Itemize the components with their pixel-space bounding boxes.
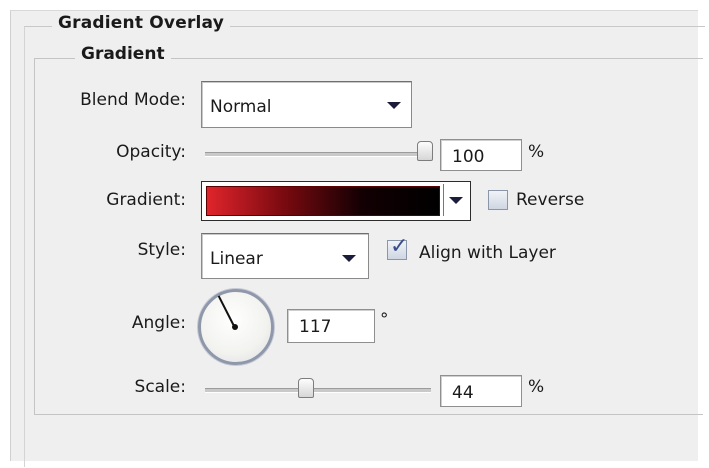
checkmark-icon: ✓ (390, 234, 409, 259)
reverse-checkbox[interactable] (488, 190, 508, 210)
scale-unit: % (528, 377, 545, 397)
align-with-layer-checkbox[interactable]: ✓ (387, 234, 408, 260)
angle-dial-center (232, 324, 238, 330)
style-label: Style: (137, 240, 186, 260)
scale-input[interactable]: 44 (440, 375, 522, 407)
scale-slider-track[interactable] (205, 388, 431, 393)
scale-slider-thumb[interactable] (298, 378, 315, 398)
opacity-unit: % (528, 142, 545, 162)
section-subtitle: Gradient (75, 44, 171, 64)
style-select[interactable]: Linear (201, 233, 369, 279)
gradient-swatch[interactable] (206, 186, 440, 216)
chevron-down-icon (342, 255, 356, 262)
gradient-label: Gradient: (106, 190, 186, 210)
blend-mode-label: Blend Mode: (80, 90, 186, 110)
section-title: Gradient Overlay (52, 13, 230, 33)
angle-input[interactable]: 117 (287, 309, 375, 343)
opacity-input[interactable]: 100 (440, 139, 522, 171)
angle-dial-icon[interactable] (198, 289, 274, 365)
angle-label: Angle: (131, 313, 186, 333)
scale-label: Scale: (134, 377, 186, 397)
style-value: Linear (210, 249, 263, 269)
chevron-down-icon (387, 102, 401, 109)
gradient-dropdown-button[interactable] (443, 184, 468, 216)
opacity-slider-track[interactable] (205, 152, 431, 157)
angle-unit: ° (380, 310, 389, 330)
align-with-layer-label: Align with Layer (419, 243, 556, 263)
angle-value: 117 (299, 317, 332, 337)
scale-value: 44 (452, 383, 474, 403)
chevron-down-icon (449, 197, 463, 204)
opacity-label: Opacity: (116, 142, 186, 162)
gradient-picker[interactable] (201, 181, 471, 221)
blend-mode-select[interactable]: Normal (201, 81, 412, 128)
opacity-slider-thumb[interactable] (417, 141, 433, 161)
reverse-label: Reverse (516, 190, 585, 210)
blend-mode-value: Normal (210, 97, 272, 117)
opacity-value: 100 (452, 147, 485, 167)
